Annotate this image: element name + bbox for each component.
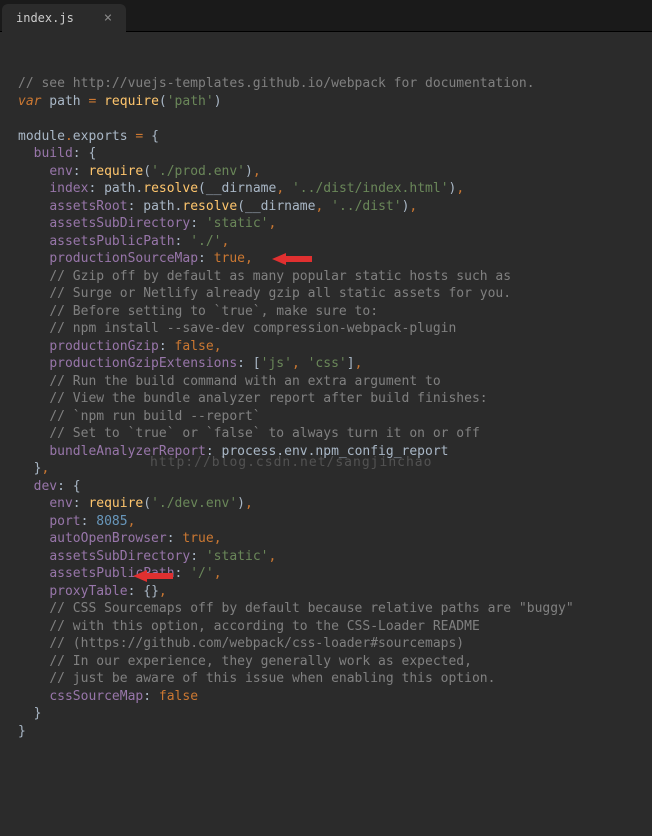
code-line[interactable]: assetsSubDirectory: 'static', (18, 548, 648, 566)
code-line[interactable]: assetsRoot: path.resolve(__dirname, '../… (18, 198, 648, 216)
code-line[interactable]: proxyTable: {}, (18, 583, 648, 601)
file-tab[interactable]: index.js × (2, 4, 126, 32)
code-line[interactable]: cssSourceMap: false (18, 688, 648, 706)
code-line[interactable]: var path = require('path') (18, 93, 648, 111)
code-line[interactable]: // see http://vuejs-templates.github.io/… (18, 75, 648, 93)
code-line[interactable]: // Before setting to `true`, make sure t… (18, 303, 648, 321)
code-line[interactable]: assetsSubDirectory: 'static', (18, 215, 648, 233)
annotation-arrow-icon (133, 569, 173, 583)
code-line[interactable]: productionGzip: false, (18, 338, 648, 356)
code-line[interactable]: // Surge or Netlify already gzip all sta… (18, 285, 648, 303)
code-line[interactable]: // with this option, according to the CS… (18, 618, 648, 636)
code-line[interactable]: // View the bundle analyzer report after… (18, 390, 648, 408)
code-line[interactable]: productionSourceMap: true, (18, 250, 648, 268)
code-line[interactable]: env: require('./dev.env'), (18, 495, 648, 513)
code-line[interactable]: } (18, 705, 648, 723)
code-line[interactable]: } (18, 723, 648, 741)
code-line[interactable]: assetsPublicPath: '/', (18, 565, 648, 583)
code-line[interactable]: // just be aware of this issue when enab… (18, 670, 648, 688)
code-line[interactable]: // Set to `true` or `false` to always tu… (18, 425, 648, 443)
code-line[interactable]: // Gzip off by default as many popular s… (18, 268, 648, 286)
tab-filename: index.js (16, 11, 74, 25)
code-line[interactable]: productionGzipExtensions: ['js', 'css'], (18, 355, 648, 373)
code-line[interactable]: // (https://github.com/webpack/css-loade… (18, 635, 648, 653)
code-line[interactable]: assetsPublicPath: './', (18, 233, 648, 251)
code-line[interactable]: env: require('./prod.env'), (18, 163, 648, 181)
code-line[interactable]: autoOpenBrowser: true, (18, 530, 648, 548)
code-line[interactable]: // In our experience, they generally wor… (18, 653, 648, 671)
code-line[interactable]: // `npm run build --report` (18, 408, 648, 426)
code-line[interactable]: dev: { (18, 478, 648, 496)
code-line[interactable]: module.exports = { (18, 128, 648, 146)
tab-bar: index.js × (0, 0, 652, 32)
code-line[interactable]: // Run the build command with an extra a… (18, 373, 648, 391)
code-line[interactable]: port: 8085, (18, 513, 648, 531)
code-line[interactable]: // npm install --save-dev compression-we… (18, 320, 648, 338)
watermark: http://blog.csdn.net/sangjinchao (150, 454, 432, 472)
annotation-arrow-icon (272, 252, 312, 266)
code-line[interactable]: index: path.resolve(__dirname, '../dist/… (18, 180, 648, 198)
close-icon[interactable]: × (104, 11, 112, 25)
code-editor[interactable]: http://blog.csdn.net/sangjinchao // see … (0, 32, 652, 748)
code-line[interactable]: build: { (18, 145, 648, 163)
code-line[interactable]: // CSS Sourcemaps off by default because… (18, 600, 648, 618)
code-line[interactable] (18, 110, 648, 128)
